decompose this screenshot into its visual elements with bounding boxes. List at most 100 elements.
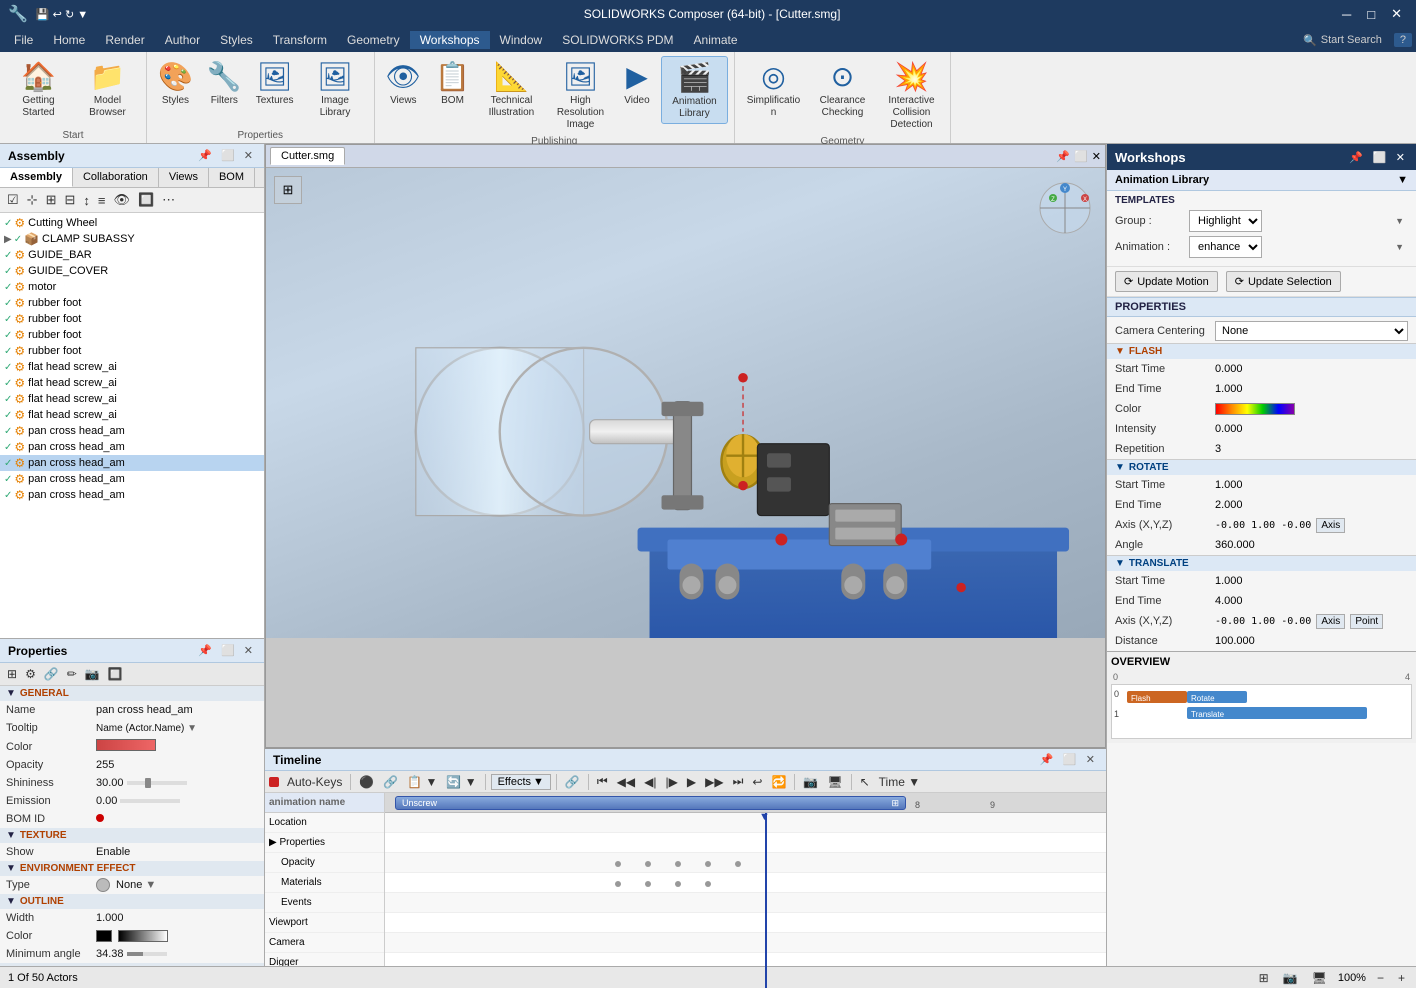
tree-item[interactable]: ✓⚙pan cross head_am	[0, 439, 264, 455]
prop-tool-3[interactable]: 🔗	[41, 665, 62, 683]
rp-float-btn[interactable]: ⬜	[1369, 150, 1389, 165]
update-selection-btn[interactable]: ⟳ Update Selection	[1226, 271, 1341, 292]
tl-stop-btn[interactable]: ↩	[749, 774, 765, 790]
tl-back-btn[interactable]: ◀◀	[614, 774, 638, 790]
tree-item[interactable]: ✓⚙pan cross head_am	[0, 487, 264, 503]
track-viewport[interactable]: Viewport	[265, 913, 384, 933]
hide-btn[interactable]: 🔲	[135, 190, 157, 210]
menu-file[interactable]: File	[4, 31, 43, 49]
tl-fwd-btn[interactable]: ▶▶	[702, 774, 726, 790]
prop-tool-6[interactable]: 🔲	[105, 665, 126, 683]
menu-window[interactable]: Window	[490, 31, 553, 49]
clearance-btn[interactable]: ⊙ Clearance Checking	[810, 56, 875, 122]
menu-author[interactable]: Author	[155, 31, 210, 49]
tl-step-fwd[interactable]: |▶	[663, 774, 681, 790]
prop-tool-1[interactable]: ⊞	[4, 665, 20, 683]
prop-tool-5[interactable]: 📷	[82, 665, 103, 683]
collision-btn[interactable]: 💥 Interactive Collision Detection	[879, 56, 944, 134]
translate-point-btn[interactable]: Point	[1350, 614, 1383, 629]
zoom-out-btn[interactable]: −	[1374, 970, 1387, 986]
simplification-btn[interactable]: ◎ Simplification	[741, 56, 806, 122]
effects-btn[interactable]: Effects ▼	[491, 774, 551, 790]
general-section-header[interactable]: ▼ GENERAL	[0, 686, 264, 701]
tl-loop-btn[interactable]: 🔁	[768, 774, 789, 790]
tab-views[interactable]: Views	[159, 168, 209, 187]
show-btn[interactable]: 👁	[110, 190, 133, 210]
tree-item-selected[interactable]: ✓⚙pan cross head_am	[0, 455, 264, 471]
tree-item[interactable]: ✓⚙rubber foot	[0, 343, 264, 359]
zoom-in-btn[interactable]: +	[1395, 970, 1408, 986]
tree-item[interactable]: ✓⚙flat head screw_ai	[0, 359, 264, 375]
menu-render[interactable]: Render	[95, 31, 154, 49]
expand-all-btn[interactable]: ⊞	[43, 190, 60, 210]
tree-item[interactable]: ✓⚙pan cross head_am	[0, 471, 264, 487]
texture-section-header[interactable]: ▼ TEXTURE	[0, 828, 264, 843]
image-library-btn[interactable]: 🖼 Image Library	[303, 56, 368, 122]
tree-item[interactable]: ✓⚙flat head screw_ai	[0, 375, 264, 391]
tl-camera-btn[interactable]: 📷	[800, 774, 821, 790]
group-select[interactable]: Highlight	[1189, 210, 1262, 232]
tree-item[interactable]: ✓⚙GUIDE_COVER	[0, 263, 264, 279]
filter-btn[interactable]: ≡	[95, 190, 109, 210]
tree-item[interactable]: ✓⚙Cutting Wheel	[0, 215, 264, 231]
status-tool-3[interactable]: 🖥	[1309, 970, 1330, 986]
menu-animate[interactable]: Animate	[684, 31, 748, 49]
tl-tool-3[interactable]: 📋 ▼	[404, 774, 440, 790]
tl-pin-btn[interactable]: 📌	[1037, 752, 1057, 767]
rp-pin-btn[interactable]: 📌	[1346, 150, 1366, 165]
tl-time-btn[interactable]: Time ▼	[876, 774, 923, 790]
tl-cursor-btn[interactable]: ↖	[857, 774, 873, 790]
tree-item[interactable]: ✓⚙rubber foot	[0, 295, 264, 311]
restore-btn[interactable]: □	[1361, 4, 1381, 24]
menu-transform[interactable]: Transform	[263, 31, 337, 49]
minimize-btn[interactable]: ─	[1336, 4, 1357, 24]
vp-close-btn[interactable]: ✕	[1092, 150, 1101, 163]
high-res-btn[interactable]: 🖼 High Resolution Image	[548, 56, 613, 134]
rotate-header[interactable]: ▼ ROTATE	[1107, 459, 1416, 475]
tree-item[interactable]: ▶✓📦CLAMP SUBASSY	[0, 231, 264, 247]
auto-keys-btn[interactable]: Auto-Keys	[284, 774, 345, 790]
menu-geometry[interactable]: Geometry	[337, 31, 410, 49]
prop-float-btn[interactable]: ⬜	[218, 643, 238, 658]
tl-tool-2[interactable]: 🔗	[380, 774, 401, 790]
track-events[interactable]: Events	[265, 893, 384, 913]
collapse-all-btn[interactable]: ⊟	[61, 190, 78, 210]
tl-play-btn[interactable]: ▶	[684, 774, 699, 790]
tl-float-btn[interactable]: ⬜	[1060, 752, 1080, 767]
tl-step-back[interactable]: ◀|	[641, 774, 659, 790]
tree-item[interactable]: ✓⚙flat head screw_ai	[0, 407, 264, 423]
update-motion-btn[interactable]: ⟳ Update Motion	[1115, 271, 1218, 292]
rotate-axis-btn[interactable]: Axis	[1316, 518, 1345, 533]
viewport-canvas[interactable]: ⊞ Y X Z	[266, 168, 1105, 638]
track-properties[interactable]: ▶ Properties	[265, 833, 384, 853]
select-all-btn[interactable]: ☑	[4, 190, 22, 210]
getting-started-btn[interactable]: 🏠 Getting Started	[6, 56, 71, 122]
prop-tool-2[interactable]: ⚙	[22, 665, 39, 683]
anim-lib-btn[interactable]: 🎬 Animation Library	[661, 56, 728, 124]
tl-tool-1[interactable]: ⚫	[356, 774, 377, 790]
tree-item[interactable]: ✓⚙rubber foot	[0, 311, 264, 327]
outline-header[interactable]: ▼ OUTLINE	[0, 894, 264, 909]
tech-illus-btn[interactable]: 📐 Technical Illustration	[479, 56, 544, 122]
tl-next-key[interactable]: ⏭	[730, 773, 747, 790]
help-btn[interactable]: ?	[1394, 33, 1412, 47]
menu-home[interactable]: Home	[43, 31, 95, 49]
video-btn[interactable]: ▶ Video	[617, 56, 657, 110]
menu-workshops[interactable]: Workshops	[410, 31, 490, 49]
tab-collaboration[interactable]: Collaboration	[73, 168, 159, 187]
vp-float-btn[interactable]: ⬜	[1074, 150, 1088, 163]
filters-btn[interactable]: 🔧 Filters	[202, 56, 247, 110]
menu-solidworks-pdm[interactable]: SOLIDWORKS PDM	[552, 31, 683, 49]
flash-header[interactable]: ▼ FLASH	[1107, 343, 1416, 359]
prop-pin-btn[interactable]: 📌	[195, 643, 215, 658]
animation-select[interactable]: enhance	[1189, 236, 1262, 258]
tree-item[interactable]: ✓⚙motor	[0, 279, 264, 295]
tree-item[interactable]: ✓⚙GUIDE_BAR	[0, 247, 264, 263]
track-location[interactable]: Location	[265, 813, 384, 833]
assembly-float-btn[interactable]: ⬜	[218, 148, 238, 163]
styles-btn[interactable]: 🎨 Styles	[153, 56, 198, 110]
sort-btn[interactable]: ↕	[80, 190, 93, 210]
tree-item[interactable]: ✓⚙rubber foot	[0, 327, 264, 343]
textures-btn[interactable]: 🖼 Textures	[251, 56, 299, 110]
vp-pin-btn[interactable]: 📌	[1056, 150, 1070, 163]
